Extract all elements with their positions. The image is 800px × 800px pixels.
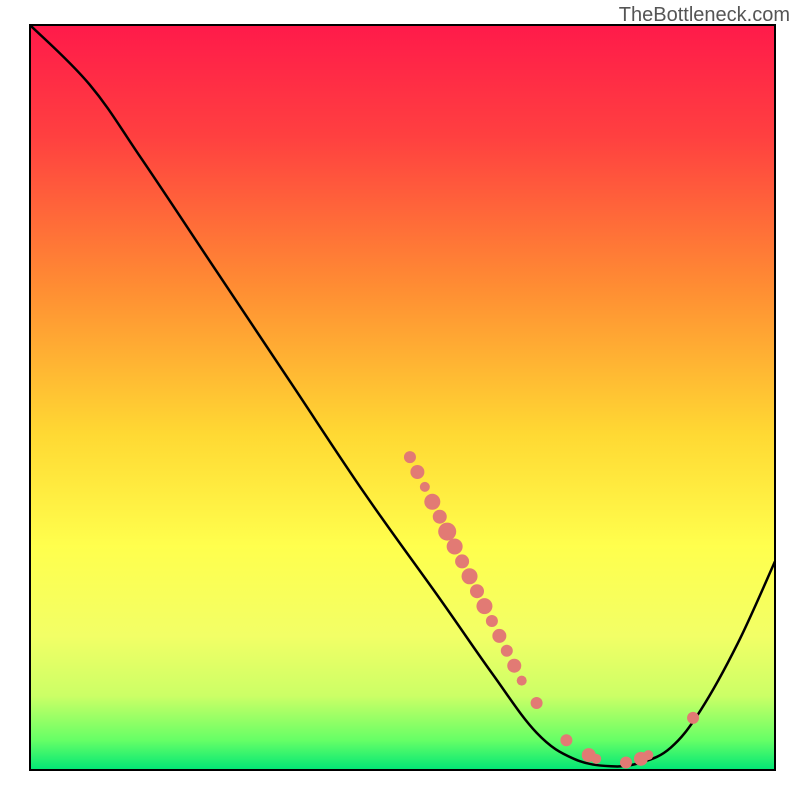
- data-point: [560, 734, 572, 746]
- data-point: [620, 757, 632, 769]
- data-point: [404, 451, 416, 463]
- data-point: [687, 712, 699, 724]
- data-point: [424, 494, 440, 510]
- gradient-background: [30, 25, 775, 770]
- data-point: [517, 676, 527, 686]
- bottleneck-chart: [0, 0, 800, 800]
- data-point: [507, 659, 521, 673]
- data-point: [643, 750, 653, 760]
- data-point: [486, 615, 498, 627]
- data-point: [447, 539, 463, 555]
- data-point: [420, 482, 430, 492]
- data-point: [501, 645, 513, 657]
- data-point: [470, 584, 484, 598]
- data-point: [476, 598, 492, 614]
- data-point: [591, 754, 601, 764]
- data-point: [433, 510, 447, 524]
- watermark-text: TheBottleneck.com: [619, 4, 790, 27]
- data-point: [492, 629, 506, 643]
- data-point: [455, 554, 469, 568]
- data-point: [462, 568, 478, 584]
- data-point: [438, 523, 456, 541]
- data-point: [410, 465, 424, 479]
- chart-container: TheBottleneck.com: [0, 0, 800, 800]
- data-point: [531, 697, 543, 709]
